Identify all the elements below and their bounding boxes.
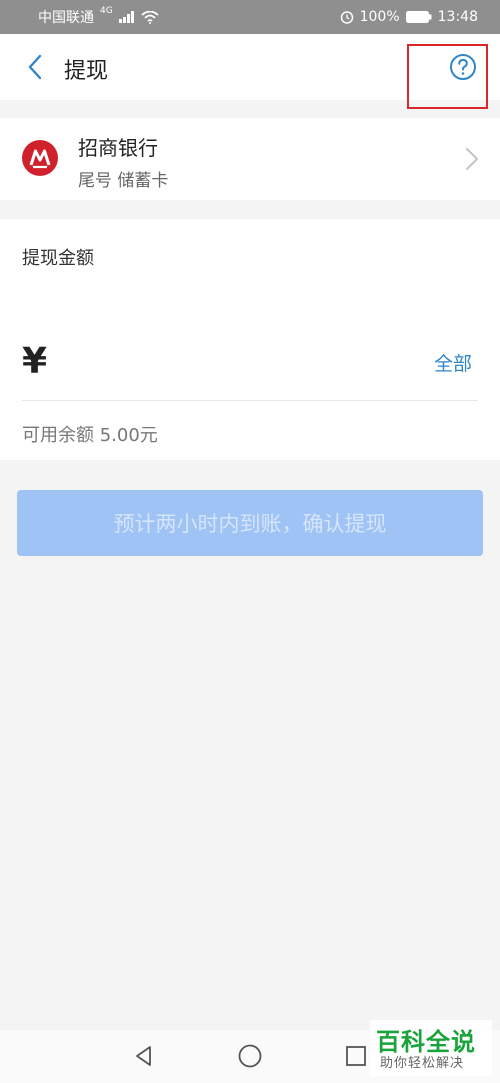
watermark: 百科全说 助你轻松解决 bbox=[370, 1020, 492, 1076]
battery-icon bbox=[405, 11, 432, 23]
currency-symbol: ¥ bbox=[22, 341, 48, 382]
clock-time: 13:48 bbox=[437, 9, 478, 25]
nav-back-button[interactable] bbox=[130, 1042, 158, 1070]
page-title: 提现 bbox=[64, 59, 109, 84]
alarm-icon bbox=[340, 10, 354, 24]
chevron-left-icon bbox=[28, 54, 42, 80]
chevron-right-icon bbox=[466, 148, 478, 170]
amount-section: 提现金额 ¥ 全部 可用余额 5.00元 bbox=[0, 219, 500, 460]
bank-card-row[interactable]: 招商银行 尾号 储蓄卡 bbox=[0, 118, 500, 200]
status-left: 中国联通 4G bbox=[38, 6, 159, 27]
divider bbox=[22, 400, 478, 401]
wifi-icon bbox=[141, 10, 159, 24]
nav-recent-button[interactable] bbox=[342, 1042, 370, 1070]
triangle-back-icon bbox=[136, 1046, 151, 1066]
status-bar: 中国联通 4G 100% 13:48 bbox=[0, 0, 500, 34]
circle-home-icon bbox=[238, 1044, 262, 1068]
carrier-name: 中国联通 bbox=[38, 10, 94, 26]
bank-card-info: 尾号 储蓄卡 bbox=[78, 171, 169, 191]
withdraw-all-link[interactable]: 全部 bbox=[434, 349, 472, 376]
bank-name: 招商银行 bbox=[78, 136, 158, 160]
status-right: 100% 13:48 bbox=[340, 9, 478, 25]
square-recent-icon bbox=[346, 1046, 366, 1066]
back-button[interactable] bbox=[20, 52, 50, 82]
help-highlight-box bbox=[407, 44, 488, 109]
confirm-withdraw-button[interactable]: 预计两小时内到账，确认提现 bbox=[17, 490, 483, 556]
signal-icon bbox=[118, 11, 135, 23]
network-tag: 4G bbox=[100, 6, 113, 16]
available-balance: 可用余额 5.00元 bbox=[22, 425, 158, 446]
battery-percent: 100% bbox=[359, 9, 400, 25]
cmb-bank-logo-icon bbox=[22, 140, 58, 176]
amount-label: 提现金额 bbox=[22, 248, 94, 269]
nav-home-button[interactable] bbox=[236, 1042, 264, 1070]
watermark-subtitle: 助你轻松解决 bbox=[380, 1056, 465, 1071]
amount-input[interactable] bbox=[64, 343, 404, 383]
